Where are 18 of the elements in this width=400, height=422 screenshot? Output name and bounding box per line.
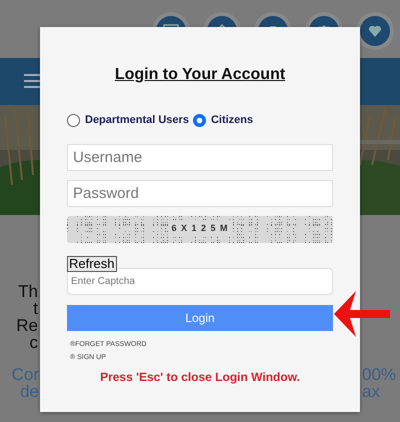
- text-fragment: de: [20, 383, 39, 400]
- username-field[interactable]: Username: [67, 144, 333, 170]
- user-type-radio[interactable]: [67, 114, 80, 127]
- text-fragment: Th: [18, 283, 38, 300]
- text-fragment: 00%: [362, 366, 396, 383]
- arrow-icon: [334, 291, 390, 337]
- text-fragment: c: [30, 334, 38, 351]
- captcha-field[interactable]: Enter Captcha: [67, 268, 333, 294]
- dialog-title: Login to Your Account: [114, 65, 286, 85]
- escape-hint: Press 'Esc' to close Login Window.: [99, 368, 301, 386]
- password-field[interactable]: Password: [67, 180, 333, 206]
- text-fragment: ax: [362, 383, 380, 400]
- user-type-label: Citizens: [210, 113, 254, 128]
- text-fragment: Cor: [12, 366, 39, 383]
- text-fragment: Re: [16, 317, 38, 334]
- user-type-label: Departmental Users: [85, 113, 189, 128]
- user-type-radio[interactable]: [192, 114, 206, 127]
- text-fragment: t: [33, 300, 38, 317]
